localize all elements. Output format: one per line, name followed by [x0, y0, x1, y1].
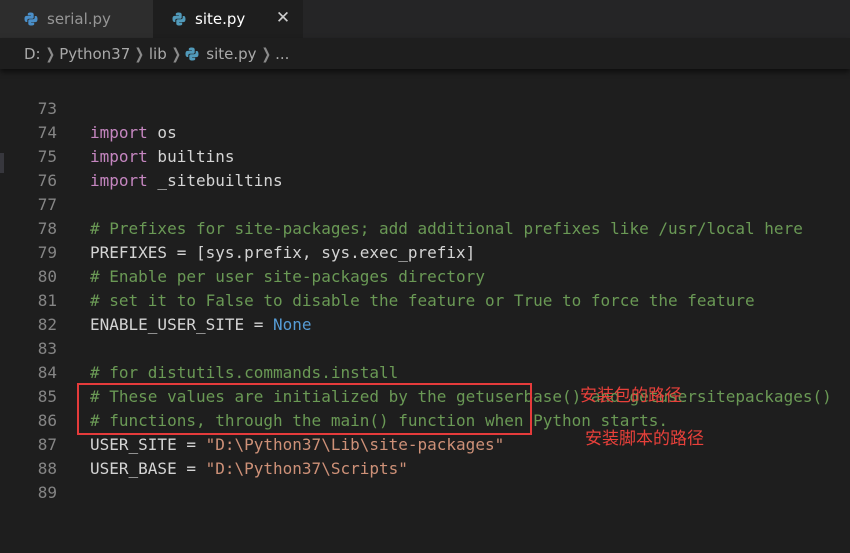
breadcrumb: D: ❯ Python37 ❯ lib ❯ site.py ❯ ...	[0, 38, 850, 69]
chevron-right-icon: ❯	[45, 44, 55, 63]
code-line[interactable]: 89	[0, 457, 850, 502]
code-line[interactable]: 82	[0, 289, 850, 334]
code-line[interactable]: 73 import os	[0, 73, 850, 142]
chevron-right-icon: ❯	[134, 44, 145, 63]
code-line[interactable]: 88	[0, 433, 850, 478]
annotation-site-packages: 安装包的路径	[580, 386, 682, 406]
code-line[interactable]: 75 import _sitebuiltins	[0, 121, 850, 190]
code-line[interactable]: 83 # for distutils.commands.install	[0, 313, 850, 382]
python-file-icon	[24, 12, 38, 26]
code-line[interactable]: 85 # functions, through the main() funct…	[0, 361, 850, 430]
tab-site-py[interactable]: site.py ✕	[153, 0, 303, 38]
breadcrumb-folder-python37[interactable]: Python37	[59, 45, 130, 63]
chevron-right-icon: ❯	[261, 44, 271, 63]
annotation-scripts: 安装脚本的路径	[585, 429, 704, 449]
python-file-icon	[172, 12, 186, 26]
breadcrumb-more[interactable]: ...	[275, 45, 289, 63]
tab-label: site.py	[195, 10, 246, 28]
breadcrumb-drive[interactable]: D:	[24, 45, 41, 63]
close-icon[interactable]: ✕	[273, 8, 293, 28]
line-number: 89	[37, 483, 57, 502]
breadcrumb-file[interactable]: site.py	[185, 44, 257, 63]
code-line[interactable]: 79 # Enable per user site-packages direc…	[0, 217, 850, 286]
python-file-icon	[185, 47, 199, 60]
chevron-right-icon: ❯	[171, 44, 181, 63]
breadcrumb-file-label: site.py	[206, 44, 257, 63]
code-line[interactable]: 78 PREFIXES = [sys.prefix, sys.exec_pref…	[0, 193, 850, 262]
code-line[interactable]: 84 # These values are initialized by the…	[0, 337, 850, 406]
code-line[interactable]: 74 import builtins	[0, 97, 850, 166]
tab-bar: serial.py site.py ✕	[0, 0, 850, 38]
code-line[interactable]: 80 # set it to False to disable the feat…	[0, 241, 850, 310]
highlight-box	[77, 383, 532, 435]
breadcrumb-folder-lib[interactable]: lib	[149, 45, 167, 63]
code-line[interactable]: 81 ENABLE_USER_SITE = None	[0, 265, 850, 334]
tab-serial-py[interactable]: serial.py	[0, 0, 153, 38]
code-line[interactable]: 76	[0, 145, 850, 190]
tab-label: serial.py	[47, 10, 111, 28]
code-line[interactable]: 77 # Prefixes for site-packages; add add…	[0, 169, 850, 238]
